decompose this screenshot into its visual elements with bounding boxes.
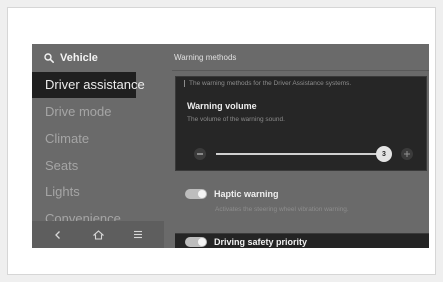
menu-button[interactable] <box>129 226 147 244</box>
haptic-warning-label: Haptic warning <box>214 189 279 199</box>
sidebar-item-lights[interactable]: Lights <box>32 179 164 205</box>
vehicle-search-header[interactable]: Vehicle <box>44 51 98 65</box>
bottom-nav-bar <box>32 221 164 248</box>
sidebar-item-seats[interactable]: Seats <box>32 153 164 179</box>
volume-decrease-button[interactable] <box>194 148 206 160</box>
title-divider <box>172 70 429 71</box>
sidebar-item-climate[interactable]: Climate <box>32 126 164 152</box>
driving-safety-priority-label: Driving safety priority <box>214 237 308 247</box>
toggle-knob <box>198 238 206 246</box>
toggle-knob <box>198 190 206 198</box>
volume-increase-button[interactable] <box>401 148 413 160</box>
sidebar: Vehicle Driver assistance Drive mode Cli… <box>32 44 164 248</box>
haptic-warning-row[interactable]: Haptic warning <box>185 188 279 200</box>
back-button[interactable] <box>49 226 67 244</box>
sidebar-item-label: Driver assistance <box>45 77 145 92</box>
sidebar-header-label: Vehicle <box>60 52 98 64</box>
back-icon <box>55 230 60 239</box>
haptic-warning-toggle[interactable] <box>185 189 207 199</box>
driving-safety-priority-toggle[interactable] <box>185 237 207 247</box>
sidebar-item-driver-assistance[interactable]: Driver assistance <box>32 72 145 98</box>
home-button[interactable] <box>89 226 107 244</box>
infotainment-screen: Vehicle Driver assistance Drive mode Cli… <box>32 44 429 248</box>
search-icon <box>44 53 54 63</box>
sidebar-item-label: Climate <box>45 131 90 146</box>
home-icon <box>92 229 104 240</box>
section-description: The warning methods for the Driver Assis… <box>184 80 351 87</box>
sidebar-item-label: Lights <box>45 184 80 199</box>
menu-icon <box>134 230 142 239</box>
sidebar-item-drive-mode[interactable]: Drive mode <box>32 99 164 125</box>
sidebar-item-label: Seats <box>45 158 79 173</box>
driving-safety-priority-row[interactable]: Driving safety priority <box>175 233 429 248</box>
minus-icon <box>197 153 203 155</box>
volume-slider-track[interactable] <box>216 153 381 155</box>
warning-volume-title: Warning volume <box>187 101 257 111</box>
page-title: Warning methods <box>174 53 237 62</box>
haptic-warning-subtitle: Activates the steering wheel vibration w… <box>215 206 349 213</box>
warning-volume-subtitle: The volume of the warning sound. <box>187 116 285 123</box>
warning-volume-card: The warning methods for the Driver Assis… <box>175 76 427 171</box>
driving-safety-priority-toggle-group: Driving safety priority <box>185 236 307 248</box>
sidebar-item-label: Drive mode <box>45 104 112 119</box>
plus-icon <box>404 151 410 157</box>
volume-value: 3 <box>382 150 386 158</box>
volume-slider-thumb[interactable]: 3 <box>376 146 392 162</box>
